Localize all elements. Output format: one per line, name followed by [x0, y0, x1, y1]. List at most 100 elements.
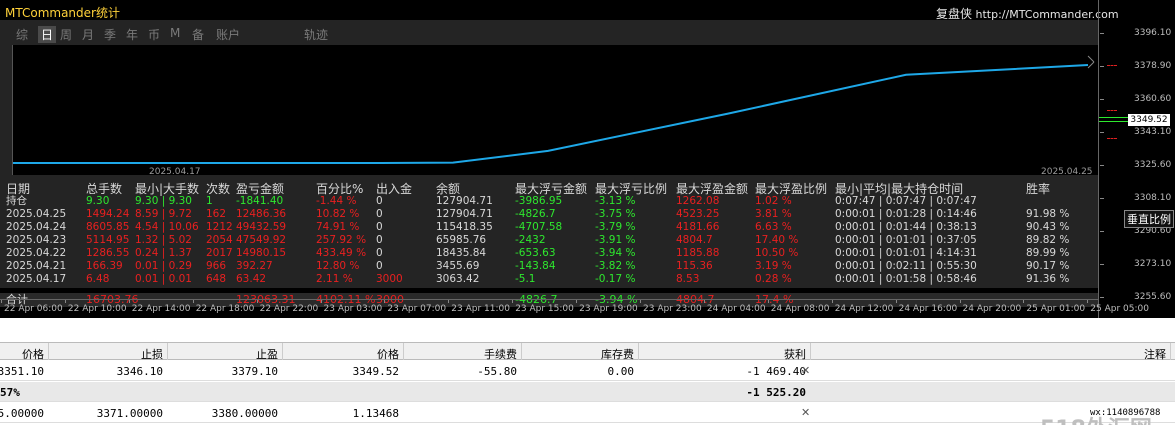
- stats-cell-lots: 8605.85: [86, 221, 130, 233]
- stats-cell-hold: 0:00:01 | 0:01:44 | 0:38:13: [835, 221, 977, 233]
- time-label: 25 Apr 05:00: [1090, 304, 1149, 314]
- stats-cell-max_fp: 1262.08: [676, 195, 720, 207]
- time-label: 24 Apr 04:00: [706, 304, 766, 314]
- price-tick: [1100, 297, 1104, 298]
- stats-cell-win: 89.99 %: [1026, 247, 1070, 259]
- stats-cell-count: 2054: [206, 234, 233, 246]
- orders-summary-row: 57% -1 525.20: [0, 382, 1175, 402]
- order-row[interactable]: 3351.10 3346.10 3379.10 3349.52 -55.80 0.00 -1…: [0, 361, 1175, 381]
- column-separator[interactable]: [1170, 343, 1171, 360]
- stats-cell-max_fp: 4181.66: [676, 221, 720, 233]
- stats-cell-max_fp_pct: 6.63 %: [755, 221, 792, 233]
- stats-cell-hold: 0:00:01 | 0:01:01 | 0:37:05: [835, 234, 977, 246]
- stats-cell-minmax: 4.54 | 10.06: [135, 221, 199, 233]
- stats-cell-deposit: 0: [376, 260, 383, 272]
- stats-cell-date: 2025.04.23: [6, 234, 67, 246]
- stats-cell-minmax: 1.32 | 5.02: [135, 234, 192, 246]
- tab-3[interactable]: 月: [82, 26, 94, 43]
- stats-cell-hold: 0:07:47 | 0:07:47 | 0:07:47: [835, 195, 977, 207]
- stats-cell-max_fp: 8.53: [676, 273, 700, 285]
- stats-cell-minmax: 0.01 | 0.01: [135, 273, 192, 285]
- column-separator[interactable]: [638, 343, 639, 360]
- stats-cell-pnl: 392.27: [236, 260, 273, 272]
- stats-cell-pnl: 63.42: [236, 273, 267, 285]
- time-tick: [767, 300, 769, 303]
- bid-line-marker: [1099, 117, 1129, 118]
- close-order-icon[interactable]: ✕: [801, 406, 810, 419]
- equity-curve: [13, 64, 1089, 164]
- tab-4[interactable]: 季: [104, 26, 116, 43]
- stats-cell-max_dd_pct: -3.75 %: [595, 208, 636, 220]
- orders-col-header[interactable]: 价格: [22, 346, 44, 362]
- orders-col-header[interactable]: 获利: [784, 346, 806, 362]
- price-tick: [1100, 33, 1104, 34]
- tab-8[interactable]: 备: [192, 26, 204, 43]
- level-marker: [1107, 138, 1117, 139]
- column-separator[interactable]: [48, 343, 49, 360]
- stats-cell-win: 89.82 %: [1026, 234, 1070, 246]
- stats-cell-minmax: 0.24 | 1.37: [135, 247, 192, 259]
- column-separator[interactable]: [521, 343, 522, 360]
- stats-cell-date: 2025.04.21: [6, 260, 67, 272]
- stats-cell-max_fp_pct: 17.40 %: [755, 234, 799, 246]
- tab-5[interactable]: 年: [126, 26, 138, 43]
- column-separator[interactable]: [167, 343, 168, 360]
- stats-cell-count: 648: [206, 273, 227, 285]
- stats-cell-hold: 0:00:01 | 0:02:11 | 0:55:30: [835, 260, 977, 272]
- tab-6[interactable]: 币: [148, 26, 160, 43]
- stats-cell-hold: 0:00:01 | 0:01:01 | 4:14:31: [835, 247, 977, 259]
- time-label: 25 Apr 01:00: [1026, 304, 1086, 314]
- time-label: 22 Apr 14:00: [131, 304, 191, 314]
- site-watermark: 518外汇网: [1040, 411, 1152, 425]
- orders-table: 价格 止损 止盈 价格 手续费 库存费 获利 注释 3351.10 3346.10 3379.10…: [0, 318, 1175, 425]
- time-label: 24 Apr 20:00: [962, 304, 1022, 314]
- time-label: 22 Apr 18:00: [195, 304, 255, 314]
- stats-cell-max_fp_pct: 10.50 %: [755, 247, 799, 259]
- stats-cell-max_fp_pct: 1.02 %: [755, 195, 792, 207]
- orders-col-header[interactable]: 止损: [141, 346, 163, 362]
- summary-margin-level: 57%: [0, 386, 20, 399]
- orders-col-header[interactable]: 注释: [1144, 346, 1166, 362]
- statistics-panel: 综日周月季年币 M 备账户 轨迹 2025.04.17 2025.04.25 日期 总手…: [0, 20, 1098, 307]
- tab-2[interactable]: 周: [60, 26, 72, 43]
- tab-0[interactable]: 综: [16, 26, 28, 43]
- tab-10[interactable]: 轨迹: [304, 26, 328, 43]
- stats-cell-count: 1212: [206, 221, 233, 233]
- price-tick: [1100, 132, 1104, 133]
- stats-cell-max_dd: -2432: [515, 234, 546, 246]
- orders-col-header[interactable]: 手续费: [484, 346, 517, 362]
- time-tick: [959, 300, 961, 303]
- close-order-icon[interactable]: ✕: [801, 364, 810, 377]
- column-separator[interactable]: [282, 343, 283, 360]
- orders-col-header[interactable]: 库存费: [601, 346, 634, 362]
- orders-col-header[interactable]: 价格: [377, 346, 399, 362]
- tab-1[interactable]: 日: [38, 26, 57, 43]
- price-label: 3255.60: [1134, 292, 1172, 302]
- stats-cell-max_dd: -143.84: [515, 260, 556, 272]
- time-tick: [384, 300, 386, 303]
- orders-col-header[interactable]: 止盈: [256, 346, 278, 362]
- tab-9[interactable]: 账户: [216, 26, 240, 43]
- chart-start-date: 2025.04.17: [149, 167, 201, 177]
- column-separator[interactable]: [403, 343, 404, 360]
- vertical-scale-label[interactable]: 垂直比例: [1124, 210, 1174, 228]
- time-tick: [895, 300, 897, 303]
- time-label: 24 Apr 08:00: [770, 304, 830, 314]
- time-axis: 22 Apr 06:00 22 Apr 10:00 22 Apr 14:00 22 A…: [0, 299, 1149, 318]
- time-tick: [128, 300, 130, 303]
- stats-cell-max_fp: 115.36: [676, 260, 713, 272]
- stats-cell-lots: 1286.55: [86, 247, 130, 259]
- level-marker: [1107, 110, 1117, 111]
- time-tick: [576, 300, 578, 303]
- order-cell-tp: 3379.10: [231, 365, 278, 378]
- stats-cell-max_dd_pct: -3.79 %: [595, 221, 636, 233]
- order-row[interactable]: 75.000003371.000003380.000001.13468✕wx:1…: [0, 403, 1175, 423]
- time-label: 23 Apr 03:00: [323, 304, 383, 314]
- orders-header: 价格 止损 止盈 价格 手续费 库存费 获利 注释: [0, 342, 1175, 362]
- stats-cell-max_dd: -4826.7: [515, 208, 556, 220]
- equity-chart: 2025.04.17 2025.04.25: [12, 45, 1098, 177]
- tab-7[interactable]: M: [170, 26, 180, 40]
- column-separator[interactable]: [810, 343, 811, 360]
- stats-cell-max_dd: -3986.95: [515, 195, 563, 207]
- price-tick: [1100, 165, 1104, 166]
